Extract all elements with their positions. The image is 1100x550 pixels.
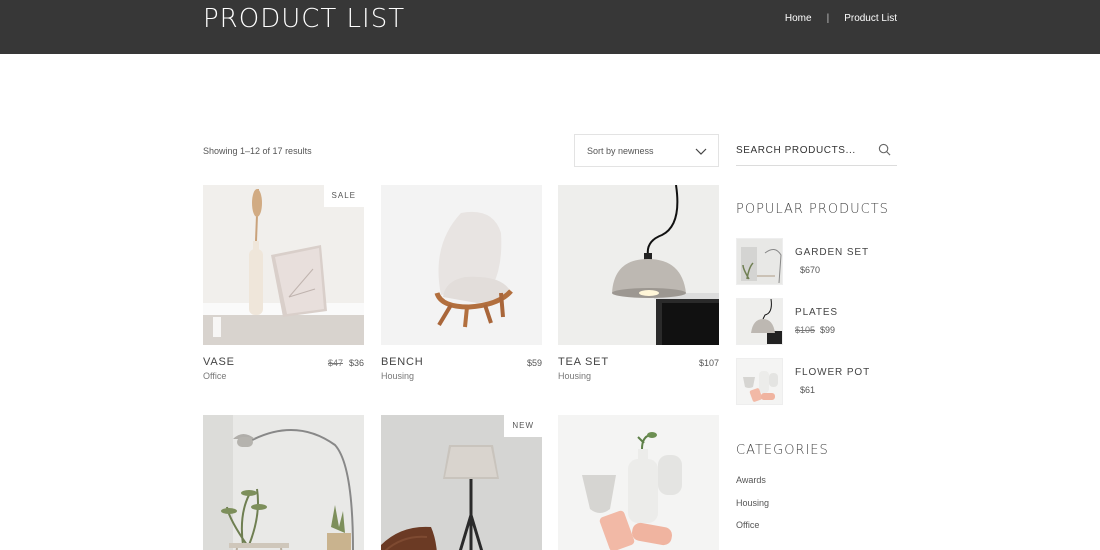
search-icon[interactable]: [878, 143, 891, 156]
page-title: PRODUCT LIST: [203, 4, 406, 34]
breadcrumb-current-link[interactable]: Product List: [844, 13, 897, 24]
product-card: [558, 415, 719, 550]
popular-product-item: PLATES $105 $99: [736, 298, 897, 345]
popular-product-item: FLOWER POT $61: [736, 358, 897, 405]
popular-product-name[interactable]: PLATES: [795, 307, 838, 318]
product-card: TEA SET $107 Housing: [558, 185, 719, 381]
breadcrumb: Home | Product List: [785, 13, 897, 24]
popular-product-price: $99: [820, 325, 836, 335]
popular-product-old-price: $105: [795, 325, 816, 335]
popular-product-item: GARDEN SET $670: [736, 238, 897, 285]
product-price: $36: [348, 358, 364, 368]
popular-product-name[interactable]: FLOWER POT: [795, 367, 870, 378]
product-image[interactable]: SALE: [203, 185, 364, 345]
product-image[interactable]: [558, 415, 719, 550]
product-name[interactable]: BENCH: [381, 356, 424, 368]
product-category[interactable]: Housing: [558, 371, 719, 381]
popular-products-title: POPULAR PRODUCTS: [736, 202, 889, 217]
chevron-down-icon: [695, 148, 707, 155]
product-price: $59: [526, 358, 542, 368]
search-box: [736, 137, 897, 166]
popular-product-thumb[interactable]: [736, 358, 783, 405]
category-link-office[interactable]: Office: [736, 520, 759, 530]
popular-product-name[interactable]: GARDEN SET: [795, 247, 869, 258]
breadcrumb-home-link[interactable]: Home: [785, 13, 812, 24]
popular-product-price: $670: [800, 265, 821, 275]
product-price: $107: [698, 358, 719, 368]
search-input[interactable]: [736, 137, 871, 163]
sale-badge: SALE: [323, 185, 364, 207]
sort-select[interactable]: Sort by newness: [574, 134, 719, 167]
top-header: PRODUCT LIST Home | Product List: [0, 0, 1100, 54]
product-category[interactable]: Office: [203, 371, 364, 381]
popular-product-price: $61: [800, 385, 816, 395]
product-card: SALE VASE $47 $36 Office: [203, 185, 364, 381]
product-image[interactable]: NEW: [381, 415, 542, 550]
product-name[interactable]: TEA SET: [558, 356, 609, 368]
breadcrumb-separator: |: [826, 13, 830, 24]
product-card: NEW: [381, 415, 542, 550]
category-link-housing[interactable]: Housing: [736, 498, 769, 508]
product-card: [203, 415, 364, 550]
sort-select-value: Sort by newness: [587, 145, 654, 156]
category-link-awards[interactable]: Awards: [736, 475, 766, 485]
new-badge: NEW: [504, 415, 542, 437]
results-count: Showing 1–12 of 17 results: [203, 146, 312, 156]
product-old-price: $47: [327, 358, 343, 368]
categories-title: CATEGORIES: [736, 443, 829, 458]
popular-product-thumb[interactable]: [736, 238, 783, 285]
product-name[interactable]: VASE: [203, 356, 235, 368]
product-image[interactable]: [558, 185, 719, 345]
product-image[interactable]: [381, 185, 542, 345]
product-card: BENCH $59 Housing: [381, 185, 542, 381]
product-category[interactable]: Housing: [381, 371, 542, 381]
popular-product-thumb[interactable]: [736, 298, 783, 345]
product-image[interactable]: [203, 415, 364, 550]
